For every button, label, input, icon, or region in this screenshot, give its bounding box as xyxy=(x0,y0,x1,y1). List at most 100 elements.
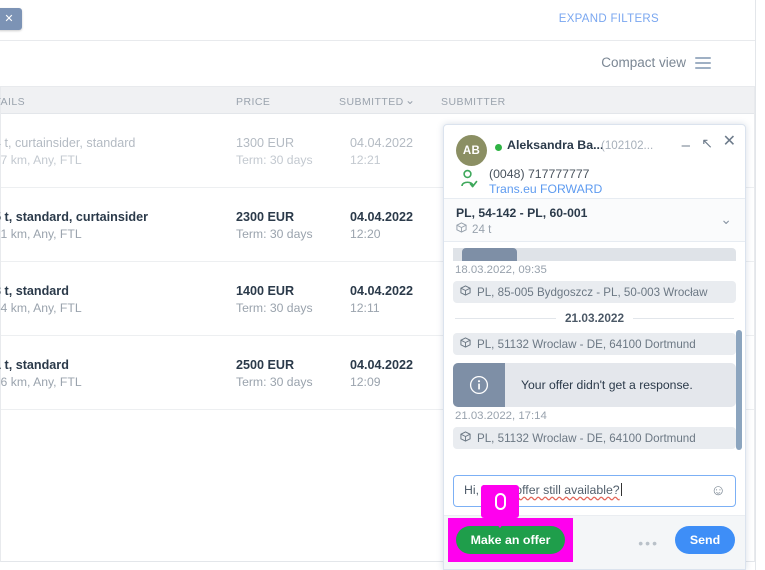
route-title: PL, 54-142 - PL, 60-001 xyxy=(456,206,588,220)
submitted-date: 04.04.2022 xyxy=(350,284,414,298)
submitted-time: 12:20 xyxy=(350,227,381,241)
package-icon xyxy=(456,222,467,236)
contact-phone[interactable]: (0048) 717777777 xyxy=(489,167,590,181)
date-separator: 21.03.2022 xyxy=(455,311,735,325)
maximize-icon[interactable]: ↖ xyxy=(701,136,713,150)
info-message-text: Your offer didn't get a response. xyxy=(521,378,693,392)
price-value: 2300 EUR xyxy=(236,210,295,224)
table-header-row: ETAILS PRICE SUBMITTED ⌄ SUBMITTER xyxy=(0,87,754,114)
price-term: Term: 30 days xyxy=(236,227,313,241)
filter-bar: ✕ EXPAND FILTERS xyxy=(0,0,755,41)
cell-price: 2300 EUR Term: 30 days xyxy=(236,209,313,243)
verified-user-icon xyxy=(460,169,478,189)
message-route-label: PL, 85-005 Bydgoszcz - PL, 50-003 Wrocła… xyxy=(477,285,708,299)
package-icon xyxy=(460,337,471,351)
composer-actions: Make an offer ••• Send xyxy=(444,515,745,569)
expand-filters-link[interactable]: EXPAND FILTERS xyxy=(559,13,659,25)
close-icon[interactable]: ✕ xyxy=(723,134,736,150)
message-list-scrollbar[interactable] xyxy=(736,330,742,450)
price-term: Term: 30 days xyxy=(236,301,313,315)
message-text-part2: is the xyxy=(482,483,512,497)
contact-id: (102102... xyxy=(601,139,654,152)
info-message-bubble: Your offer didn't get a response. xyxy=(453,363,736,407)
app-root: ✕ EXPAND FILTERS Compact view ETAILS PRI… xyxy=(0,0,765,570)
submitted-time: 12:09 xyxy=(350,375,381,389)
price-value: 1400 EUR xyxy=(236,284,295,298)
date-separator-label: 21.03.2022 xyxy=(564,311,625,325)
submitted-time: 12:21 xyxy=(350,153,381,167)
column-header-submitter[interactable]: SUBMITTER xyxy=(441,96,506,108)
price-term: Term: 30 days xyxy=(236,153,313,167)
cell-submitted: 04.04.2022 12:20 xyxy=(350,209,413,243)
package-icon xyxy=(460,285,471,299)
message-timestamp: 18.03.2022, 09:35 xyxy=(455,264,547,276)
chat-header: AB Aleksandra Ba... (102102... – ↖ ✕ (00… xyxy=(444,125,745,199)
submitted-date: 04.04.2022 xyxy=(350,136,414,150)
details-main: 24 t, curtainsider, standard xyxy=(0,136,136,150)
column-header-price[interactable]: PRICE xyxy=(236,96,270,108)
info-icon xyxy=(453,363,505,407)
details-main: 45 t, standard, curtainsider xyxy=(0,210,148,224)
cell-details: 24 t, curtainsider, standard 177 km, Any… xyxy=(0,135,135,169)
close-tab-button[interactable]: ✕ xyxy=(0,8,22,30)
column-header-submitted[interactable]: SUBMITTED xyxy=(339,96,404,108)
contact-name: Aleksandra Ba... xyxy=(507,138,604,152)
send-button[interactable]: Send xyxy=(675,526,735,554)
price-value: 2500 EUR xyxy=(236,358,295,372)
message-input-text: Hi, is the offer still available? xyxy=(464,483,622,497)
submitted-date: 04.04.2022 xyxy=(350,210,414,224)
cell-submitted: 04.04.2022 12:21 xyxy=(350,135,413,169)
emoji-icon[interactable]: ☺ xyxy=(711,482,726,499)
details-sub: 181 km, Any, FTL xyxy=(0,227,82,241)
separator-line-right xyxy=(633,317,735,319)
minimize-icon[interactable]: – xyxy=(682,138,690,153)
cell-details: 13 t, standard 154 km, Any, FTL xyxy=(0,283,82,317)
message-route-label: PL, 51132 Wroclaw - DE, 64100 Dortmund xyxy=(477,431,696,445)
contact-company-link[interactable]: Trans.eu FORWARD xyxy=(489,182,602,196)
route-weight-label: 24 t xyxy=(472,222,492,236)
cell-price: 1400 EUR Term: 30 days xyxy=(236,283,313,317)
cell-submitted: 04.04.2022 12:11 xyxy=(350,283,413,317)
message-route-label: PL, 51132 Wroclaw - DE, 64100 Dortmund xyxy=(477,337,696,351)
more-options-icon[interactable]: ••• xyxy=(638,535,659,551)
details-sub: 176 km, Any, FTL xyxy=(0,375,82,389)
route-summary-bar[interactable]: PL, 54-142 - PL, 60-001 24 t ⌄ xyxy=(444,199,745,242)
chevron-down-icon[interactable]: ⌄ xyxy=(720,211,732,228)
submitted-time: 12:11 xyxy=(350,301,380,315)
avatar: AB xyxy=(456,135,487,166)
message-bubble-accent xyxy=(462,248,517,261)
message-text-part3: offer still available? xyxy=(511,483,620,497)
compact-view-label: Compact view xyxy=(601,55,686,70)
price-term: Term: 30 days xyxy=(236,375,313,389)
message-input[interactable]: Hi, is the offer still available? ☺ xyxy=(453,475,736,507)
cell-details: 31 t, standard 176 km, Any, FTL xyxy=(0,357,82,391)
message-route: PL, 51132 Wroclaw - DE, 64100 Dortmund xyxy=(453,333,736,355)
make-offer-button[interactable]: Make an offer xyxy=(456,526,565,554)
cell-details: 45 t, standard, curtainsider 181 km, Any… xyxy=(0,209,148,243)
column-header-details[interactable]: ETAILS xyxy=(0,96,25,108)
message-text-part1: Hi, xyxy=(464,483,483,497)
cell-price: 1300 EUR Term: 30 days xyxy=(236,135,313,169)
text-caret xyxy=(620,483,622,496)
message-list: 18.03.2022, 09:35 PL, 85-005 Bydgoszcz -… xyxy=(444,242,745,467)
route-weight: 24 t xyxy=(456,222,491,236)
submitted-date: 04.04.2022 xyxy=(350,358,414,372)
separator-line-left xyxy=(455,317,556,319)
sort-chevron-icon[interactable]: ⌄ xyxy=(405,93,416,107)
message-route: PL, 51132 Wroclaw - DE, 64100 Dortmund xyxy=(453,427,736,449)
cell-price: 2500 EUR Term: 30 days xyxy=(236,357,313,391)
message-timestamp: 21.03.2022, 17:14 xyxy=(455,410,547,422)
right-gutter xyxy=(755,0,765,570)
details-main: 13 t, standard xyxy=(0,284,69,298)
message-route: PL, 85-005 Bydgoszcz - PL, 50-003 Wrocła… xyxy=(453,281,736,303)
message-composer: Hi, is the offer still available? ☺ xyxy=(444,467,745,507)
package-icon xyxy=(460,431,471,445)
online-status-icon xyxy=(495,144,502,151)
cell-submitted: 04.04.2022 12:09 xyxy=(350,357,413,391)
details-sub: 154 km, Any, FTL xyxy=(0,301,82,315)
details-sub: 177 km, Any, FTL xyxy=(0,153,82,167)
view-toolbar: Compact view xyxy=(0,42,755,87)
message-bubble-clipped xyxy=(453,248,736,261)
price-value: 1300 EUR xyxy=(236,136,295,150)
compact-view-toggle[interactable]: Compact view xyxy=(601,55,711,70)
